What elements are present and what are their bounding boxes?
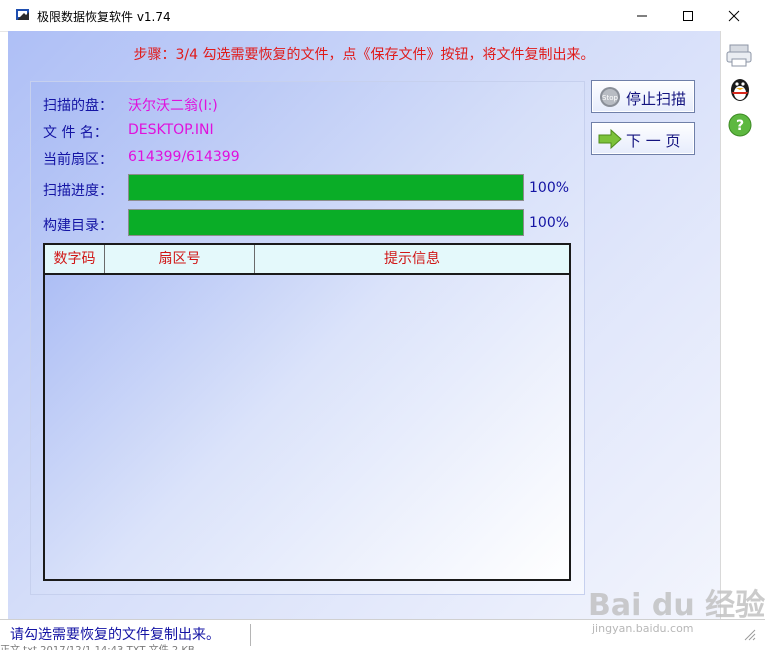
- sector-label: 当前扇区：: [43, 152, 113, 168]
- result-table[interactable]: 数字码 扇区号 提示信息: [43, 243, 571, 581]
- minimize-icon: [637, 15, 647, 17]
- next-page-button[interactable]: 下 一 页: [591, 122, 695, 155]
- app-logo-icon: [16, 9, 29, 20]
- scan-progress-fill: [129, 175, 523, 200]
- stop-scan-label: 停止扫描: [626, 90, 687, 108]
- column-header-sector[interactable]: 扇区号: [105, 245, 255, 273]
- window-title: 极限数据恢复软件 v1.74: [37, 10, 171, 24]
- watermark-logo: Bai du 经验: [588, 588, 765, 623]
- close-icon: [728, 10, 740, 22]
- client-area: 步骤：3/4 勾选需要恢复的文件，点《保存文件》按钮，将文件复制出来。 扫描的盘…: [8, 31, 720, 619]
- build-progress-fill: [129, 210, 523, 235]
- step-instruction: 步骤：3/4 勾选需要恢复的文件，点《保存文件》按钮，将文件复制出来。: [133, 47, 595, 63]
- column-header-info[interactable]: 提示信息: [255, 245, 569, 273]
- arrow-right-icon: [598, 128, 622, 150]
- build-progress-bar: [128, 209, 524, 236]
- scan-progress-label: 扫描进度：: [43, 183, 113, 199]
- file-value: DESKTOP.INI: [128, 122, 214, 138]
- sector-value: 614399/614399: [128, 149, 240, 165]
- right-toolbar: ?: [720, 31, 765, 619]
- disk-value: 沃尔沃二翁(I:): [128, 98, 218, 114]
- stop-icon-text: Stop: [602, 94, 618, 102]
- svg-text:?: ?: [736, 118, 744, 134]
- qq-penguin-icon[interactable]: [724, 76, 756, 104]
- minimize-button[interactable]: [619, 0, 665, 31]
- table-header: 数字码 扇区号 提示信息: [45, 245, 569, 275]
- close-button[interactable]: [711, 0, 757, 31]
- help-icon[interactable]: ?: [724, 111, 756, 139]
- file-label: 文 件 名：: [43, 125, 108, 141]
- watermark-url: jingyan.baidu.com: [592, 622, 694, 635]
- maximize-button[interactable]: [665, 0, 711, 31]
- printer-icon[interactable]: [724, 41, 756, 69]
- background-file-row: 正文.txt 2017/12/1 14:43 TXT 文件 2 KB: [0, 641, 765, 650]
- watermark: Bai du 经验 jingyan.baidu.com: [588, 580, 765, 642]
- scan-progress-percent: 100%: [529, 180, 570, 196]
- maximize-icon: [683, 11, 693, 21]
- next-page-label: 下 一 页: [626, 132, 681, 150]
- title-bar: 极限数据恢复软件 v1.74: [0, 0, 765, 32]
- stop-icon: Stop: [600, 87, 620, 107]
- build-progress-label: 构建目录：: [43, 218, 113, 234]
- disk-label: 扫描的盘：: [43, 98, 113, 114]
- stop-scan-button[interactable]: Stop 停止扫描: [591, 80, 695, 113]
- scan-progress-bar: [128, 174, 524, 201]
- scan-panel: 扫描的盘： 沃尔沃二翁(I:) 文 件 名： DESKTOP.INI 当前扇区：…: [30, 81, 585, 595]
- build-progress-percent: 100%: [529, 215, 570, 231]
- column-header-code[interactable]: 数字码: [45, 245, 105, 273]
